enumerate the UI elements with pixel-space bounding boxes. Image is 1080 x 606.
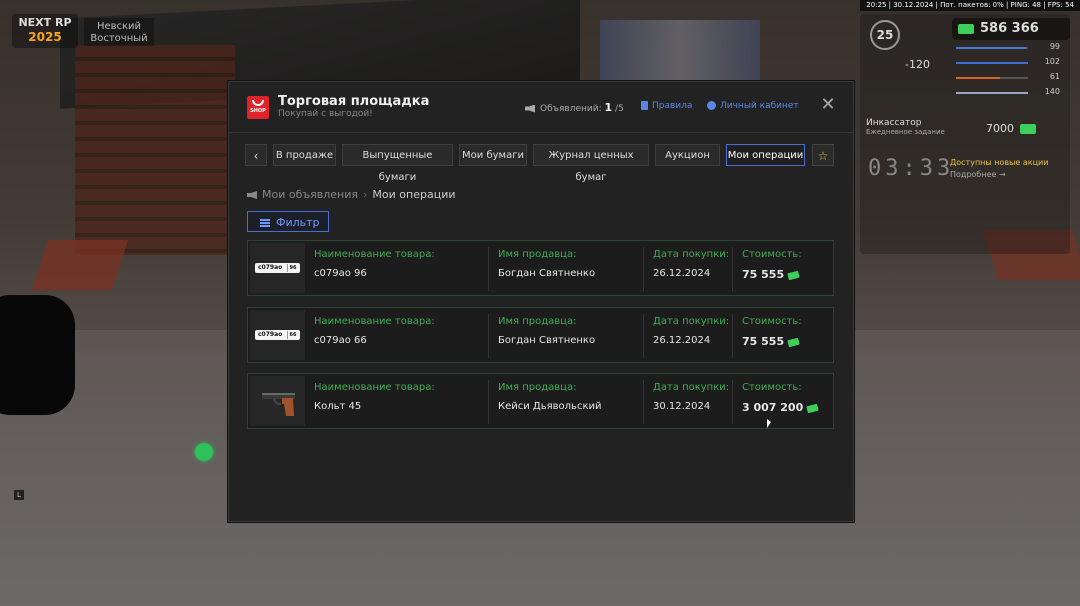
seller-cell: Имя продавца: Богдан Святненко bbox=[498, 316, 596, 346]
tab-my-operations[interactable]: Мои операции bbox=[726, 144, 805, 166]
mouse-cursor-icon bbox=[767, 419, 771, 428]
filter-button[interactable]: Фильтр bbox=[247, 211, 329, 232]
tab-my-securities[interactable]: Мои бумаги bbox=[459, 144, 527, 166]
breadcrumb-current: Мои операции bbox=[372, 188, 456, 201]
stamina-bar: 140 bbox=[956, 87, 1066, 99]
map-marker-icon bbox=[195, 443, 213, 461]
tab-securities-journal[interactable]: Журнал ценных бумаг bbox=[533, 144, 649, 183]
price-cell: Стоимость: 3 007 200 bbox=[742, 382, 819, 414]
tab-issued-securities[interactable]: Выпущенные бумаги bbox=[342, 144, 453, 183]
hunger-bar: 61 bbox=[956, 72, 1066, 84]
license-plate-icon: c079ao 66 bbox=[255, 330, 300, 340]
filter-icon bbox=[260, 219, 270, 227]
date-cell: Дата покупки: 30.12.2024 bbox=[653, 382, 730, 412]
window-title: Торговая площадка bbox=[278, 94, 430, 109]
close-icon[interactable]: ✕ bbox=[819, 96, 837, 114]
tab-on-sale[interactable]: В продаже bbox=[273, 144, 336, 166]
cash-icon bbox=[958, 23, 974, 34]
hud-bars: 99 102 61 140 bbox=[956, 42, 1066, 102]
cash-icon bbox=[787, 270, 800, 280]
money-display: 586 366 bbox=[952, 18, 1070, 40]
health-bar: 99 bbox=[956, 42, 1066, 54]
server-logo: NEXT RP 2025 bbox=[12, 14, 78, 48]
status-bar: 20:25 | 30.12.2024 | Пот. пакетов: 0% | … bbox=[860, 0, 1080, 11]
megaphone-icon bbox=[247, 191, 257, 199]
favorite-star-icon[interactable]: ☆ bbox=[812, 144, 834, 166]
item-thumbnail: c079ao 66 bbox=[250, 310, 305, 360]
pistol-icon bbox=[262, 393, 295, 416]
operation-row[interactable]: Наименование товара: Кольт 45 Имя продавц… bbox=[247, 373, 834, 429]
hud-value: -120 bbox=[905, 58, 930, 71]
operation-row[interactable]: c079ao 96 Наименование товара: с079ао 96 И… bbox=[247, 240, 834, 296]
price-cell: Стоимость: 75 555 bbox=[742, 316, 802, 348]
server-name: Невский Восточный bbox=[84, 18, 154, 46]
money-value: 586 366 bbox=[980, 21, 1039, 36]
hud-timer: 03:33 bbox=[868, 156, 955, 181]
logo-year: 2025 bbox=[28, 30, 62, 44]
logo-text: NEXT RP bbox=[18, 16, 72, 29]
date-cell: Дата покупки: 26.12.2024 bbox=[653, 249, 730, 279]
cash-icon bbox=[806, 403, 819, 413]
operation-row[interactable]: c079ao 66 Наименование товара: с079ао 66 И… bbox=[247, 307, 834, 363]
promo-text: Доступны новые акции bbox=[950, 158, 1049, 167]
date-cell: Дата покупки: 26.12.2024 bbox=[653, 316, 730, 346]
breadcrumb-parent[interactable]: Мои объявления bbox=[262, 188, 358, 201]
armor-bar: 102 bbox=[956, 57, 1066, 69]
item-thumbnail: c079ao 96 bbox=[250, 243, 305, 293]
rules-link[interactable]: Правила bbox=[641, 101, 692, 111]
shop-logo-icon: SHOP bbox=[247, 96, 269, 119]
level-badge: 25 bbox=[870, 20, 900, 50]
tab-auction[interactable]: Аукцион bbox=[655, 144, 720, 166]
window-subtitle: Покупай с выгодой! bbox=[278, 109, 373, 119]
item-thumbnail bbox=[250, 376, 305, 426]
cash-icon bbox=[787, 337, 800, 347]
license-plate-icon: c079ao 96 bbox=[255, 263, 300, 273]
cash-icon bbox=[1020, 124, 1036, 134]
price-cell: Стоимость: 75 555 bbox=[742, 249, 802, 281]
user-icon bbox=[707, 101, 716, 110]
item-name-cell: Наименование товара: Кольт 45 bbox=[314, 382, 435, 412]
back-button[interactable]: ‹ bbox=[245, 144, 267, 166]
cabinet-link[interactable]: Личный кабинет bbox=[707, 101, 799, 111]
seller-cell: Имя продавца: Кейси Дьявольский bbox=[498, 382, 602, 412]
item-name-cell: Наименование товара: с079ао 96 bbox=[314, 249, 435, 279]
promo-more-link[interactable]: Подробнее → bbox=[950, 170, 1068, 179]
key-hint: L bbox=[14, 490, 24, 500]
daily-task: Инкассатор Ежедневное задание 7000 bbox=[866, 118, 1066, 138]
window-header: SHOP Торговая площадка Покупай с выгодой… bbox=[229, 82, 853, 133]
book-icon bbox=[641, 101, 648, 110]
ads-count: 1 bbox=[604, 101, 613, 114]
ads-counter: Объявлений: 1 /5 bbox=[525, 101, 624, 114]
item-name-cell: Наименование товара: с079ао 66 bbox=[314, 316, 435, 346]
breadcrumb: Мои объявления › Мои операции bbox=[247, 188, 456, 201]
megaphone-icon bbox=[525, 104, 535, 113]
seller-cell: Имя продавца: Богдан Святненко bbox=[498, 249, 596, 279]
promo-notice[interactable]: Доступны новые акции Подробнее → bbox=[950, 158, 1068, 179]
task-reward: 7000 bbox=[986, 122, 1042, 135]
marketplace-window: SHOP Торговая площадка Покупай с выгодой… bbox=[228, 81, 854, 522]
